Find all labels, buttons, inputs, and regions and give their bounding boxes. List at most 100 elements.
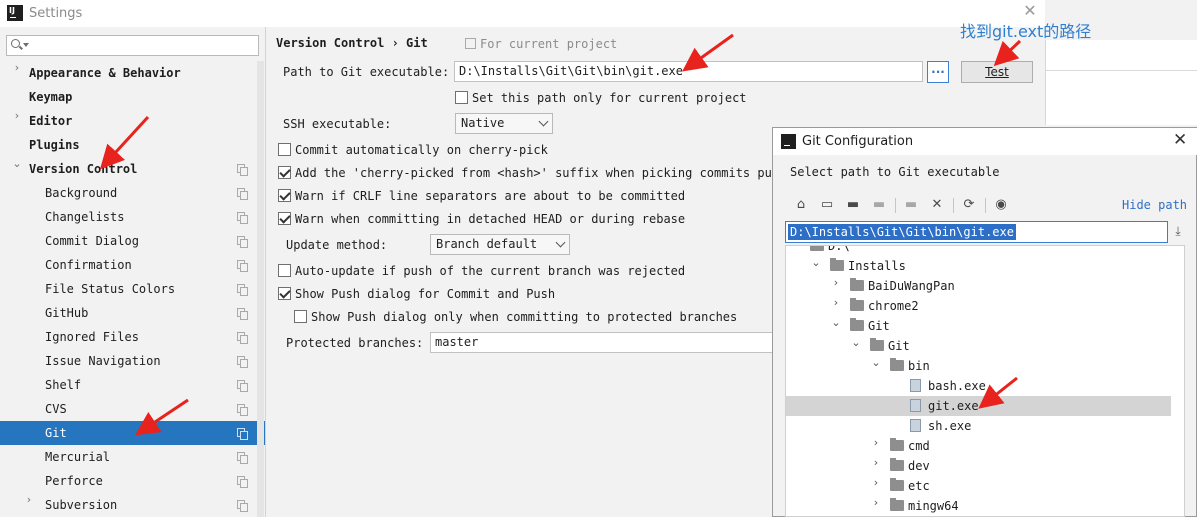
chevron-right-icon[interactable]: › (870, 476, 882, 489)
chevron-right-icon[interactable]: › (23, 493, 35, 506)
dialog-path-input[interactable]: D:\Installs\Git\Git\bin\git.exe (785, 221, 1168, 243)
checkbox-label: Commit automatically on cherry-pick (295, 143, 548, 157)
ssh-executable-select[interactable]: Native (455, 113, 553, 134)
chevron-right-icon[interactable]: › (830, 276, 842, 289)
sidebar-item-keymap[interactable]: Keymap (0, 85, 265, 109)
sidebar-item-label: Editor (29, 114, 73, 128)
sidebar-item-file-status-colors[interactable]: File Status Colors (0, 277, 265, 301)
sidebar-item-appearance-behavior[interactable]: › Appearance & Behavior (0, 61, 265, 85)
refresh-icon[interactable]: ⟳ (959, 195, 979, 215)
sidebar-item-confirmation[interactable]: Confirmation (0, 253, 265, 277)
file-tree-folder[interactable]: ⌄ bin (786, 356, 1171, 376)
folder-icon (890, 498, 904, 511)
sidebar-item-github[interactable]: GitHub (0, 301, 265, 325)
checkbox-box[interactable] (278, 287, 291, 300)
file-tree-file[interactable]: git.exe (786, 396, 1171, 416)
sidebar-item-label: Subversion (45, 498, 118, 512)
file-tree-folder[interactable]: › BaiDuWangPan (786, 276, 1171, 296)
file-tree-file[interactable]: bash.exe (786, 376, 1171, 396)
module-folder-icon[interactable]: ▬ (869, 195, 889, 215)
file-tree-scrollbar[interactable] (1184, 264, 1185, 379)
search-history-dropdown-icon[interactable] (23, 43, 29, 47)
sidebar-item-editor[interactable]: › Editor (0, 109, 265, 133)
chevron-down-icon[interactable]: ⌄ (850, 336, 862, 349)
chevron-right-icon[interactable]: › (870, 436, 882, 449)
protected-branches-input[interactable]: master (430, 332, 775, 353)
chevron-right-icon[interactable]: › (11, 109, 23, 122)
file-tree-folder[interactable]: › dev (786, 456, 1171, 476)
checkbox-box[interactable] (278, 189, 291, 202)
dialog-close-icon[interactable]: ✕ (1173, 132, 1187, 149)
checkbox-box[interactable] (294, 310, 307, 323)
sidebar-item-label: Issue Navigation (45, 354, 161, 368)
hide-path-link[interactable]: Hide path (1122, 198, 1187, 212)
project-scope-icon (237, 500, 248, 512)
git-path-input[interactable]: D:\Installs\Git\Git\bin\git.exe (454, 61, 923, 82)
sidebar-item-version-control[interactable]: ⌄ Version Control (0, 157, 265, 181)
sidebar-scrollbar[interactable] (257, 61, 264, 517)
desktop-icon[interactable]: ▭ (817, 195, 837, 215)
delete-icon[interactable]: ✕ (927, 195, 947, 215)
checkbox-box[interactable] (278, 264, 291, 277)
file-tree-file[interactable]: sh.exe (786, 416, 1171, 436)
dialog-path-selected-text: D:\Installs\Git\Git\bin\git.exe (788, 224, 1016, 240)
file-tree-folder[interactable]: ⌄ Git (786, 336, 1171, 356)
chevron-right-icon[interactable]: › (11, 61, 23, 74)
scope-note: For current project (465, 37, 617, 51)
test-button[interactable]: Test (961, 61, 1033, 83)
sidebar-item-subversion[interactable]: › Subversion (0, 493, 265, 517)
checkbox-box[interactable] (278, 166, 291, 179)
sidebar-item-plugins[interactable]: Plugins (0, 133, 265, 157)
file-tree-folder[interactable]: › cmd (786, 436, 1171, 456)
checkbox-label: Warn when committing in detached HEAD or… (295, 212, 686, 226)
test-button-label: Test (985, 65, 1009, 79)
file-tree-folder[interactable]: ⌄ Git (786, 316, 1171, 336)
new-folder-icon[interactable]: ▬ (901, 195, 921, 215)
checkbox-box[interactable] (278, 143, 291, 156)
file-tree-folder[interactable]: ⌄ D:\ (786, 246, 1171, 256)
sidebar-item-issue-navigation[interactable]: Issue Navigation (0, 349, 265, 373)
sidebar-item-shelf[interactable]: Shelf (0, 373, 265, 397)
folder-icon (890, 478, 904, 491)
chevron-down-icon[interactable]: ⌄ (870, 356, 882, 369)
sidebar-item-cvs[interactable]: CVS (0, 397, 265, 421)
checkbox-box[interactable] (455, 91, 468, 104)
download-icon[interactable]: ⤓ (1172, 224, 1184, 238)
sidebar-item-mercurial[interactable]: Mercurial (0, 445, 265, 469)
home-icon[interactable]: ⌂ (791, 195, 811, 215)
project-folder-icon[interactable]: ▬ (843, 195, 863, 215)
sidebar-item-label: Keymap (29, 90, 73, 104)
project-scope-icon (237, 284, 248, 296)
checkbox-label: Auto-update if push of the current branc… (295, 264, 686, 278)
file-tree-folder[interactable]: › chrome2 (786, 296, 1171, 316)
sidebar-item-background[interactable]: Background (0, 181, 265, 205)
sidebar-item-label: Commit Dialog (45, 234, 139, 248)
chevron-down-icon[interactable]: ⌄ (810, 256, 822, 269)
chevron-down-icon[interactable]: ⌄ (11, 157, 23, 170)
checkbox-box[interactable] (278, 212, 291, 225)
checkbox-label: Add the 'cherry-picked from <hash>' suff… (295, 166, 794, 180)
show-hidden-icon[interactable]: ◉ (991, 195, 1011, 215)
sidebar-item-perforce[interactable]: Perforce (0, 469, 265, 493)
ssh-executable-value: Native (461, 116, 505, 130)
file-tree-folder[interactable]: ⌄ Installs (786, 256, 1171, 276)
browse-button[interactable]: ... (927, 61, 949, 83)
sidebar-item-changelists[interactable]: Changelists (0, 205, 265, 229)
update-method-select[interactable]: Branch default (430, 234, 570, 255)
chevron-down-icon[interactable]: ⌄ (790, 246, 802, 249)
window-close-icon[interactable]: ✕ (1022, 3, 1038, 19)
chevron-right-icon[interactable]: › (870, 496, 882, 509)
ssh-executable-label: SSH executable: (283, 117, 392, 131)
sidebar-item-commit-dialog[interactable]: Commit Dialog (0, 229, 265, 253)
file-tree-folder[interactable]: › mingw64 (786, 496, 1171, 516)
settings-search-input[interactable] (6, 35, 259, 56)
chevron-down-icon[interactable]: ⌄ (830, 316, 842, 329)
sidebar-item-git[interactable]: Git (0, 421, 265, 445)
drive-icon (810, 246, 824, 251)
toolbar-separator (985, 198, 986, 213)
chevron-right-icon[interactable]: › (830, 296, 842, 309)
sidebar-item-ignored-files[interactable]: Ignored Files (0, 325, 265, 349)
file-tree-folder[interactable]: › etc (786, 476, 1171, 496)
update-method-label: Update method: (286, 238, 388, 252)
chevron-right-icon[interactable]: › (870, 456, 882, 469)
